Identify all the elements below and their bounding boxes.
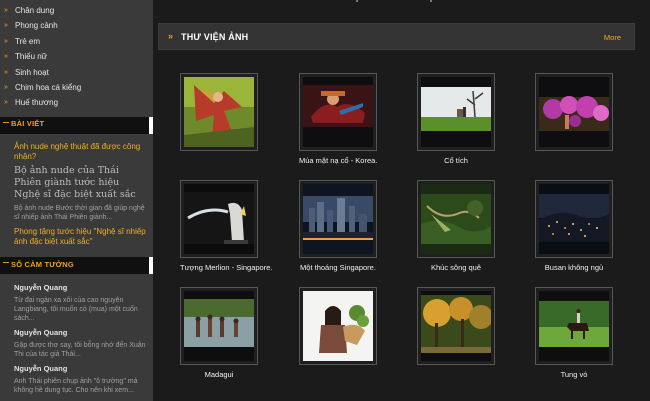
category-item[interactable]: » Sinh hoạt — [0, 65, 153, 80]
category-label: Chân dung — [15, 6, 55, 15]
category-label: Sinh hoạt — [15, 67, 49, 77]
chevron-right-icon: » — [4, 37, 8, 45]
category-label: Thiếu nữ — [15, 52, 48, 62]
category-item[interactable]: » Trẻ em — [0, 34, 153, 49]
gallery-title: THƯ VIỆN ẢNH — [181, 32, 249, 42]
sidebar: » Chân dung » Phong cảnh » Trẻ em » Thiếu nữ… — [0, 0, 153, 401]
thumbnail-frame[interactable] — [417, 287, 495, 365]
comments-section: Nguyễn Quang Từ đại ngàn xa xôi của cao … — [0, 274, 153, 395]
singapore-skyline-photo-icon — [303, 184, 373, 254]
horse-rider-photo-icon — [539, 291, 609, 361]
gallery-item[interactable] — [417, 287, 495, 370]
post-title[interactable]: Bộ ảnh nude của Thái Phiên giành tước hi… — [14, 165, 147, 201]
category-list: » Chân dung » Phong cảnh » Trẻ em » Thiếu nữ… — [0, 0, 153, 111]
category-label: Chim hoa cá kiểng — [15, 82, 82, 92]
thumbnail-frame[interactable] — [299, 287, 377, 365]
gallery-item[interactable]: Madagui — [180, 287, 258, 380]
posts-header: BÀI VIẾT — [0, 116, 153, 134]
busan-night-photo-icon — [539, 184, 609, 254]
gallery-item[interactable]: Múa mặt nạ cổ - Korea. — [299, 73, 377, 166]
mask-dance-photo-icon — [303, 77, 373, 147]
merlion-photo-icon — [184, 184, 254, 254]
thumbnail-frame[interactable] — [535, 73, 613, 151]
comment-author[interactable]: Nguyễn Quang — [14, 283, 147, 293]
gallery-item[interactable]: Cổ tích — [417, 73, 495, 166]
gallery-caption[interactable]: Cổ tích — [417, 156, 495, 166]
chevron-right-icon: » — [4, 99, 8, 107]
category-item[interactable]: » Chim hoa cá kiểng — [0, 80, 153, 95]
comment-text: Anh Thái phiên chụp ảnh "ô trường" mà kh… — [14, 377, 138, 394]
comment-item: Nguyễn Quang Anh Thái phiên chụp ảnh "ô … — [14, 364, 147, 395]
gallery-item[interactable]: Tượng Merlion - Singapore. — [180, 180, 272, 273]
separator-dot — [356, 0, 358, 2]
chevron-right-icon: » — [4, 68, 8, 76]
gallery-item[interactable] — [180, 73, 258, 156]
thumbnail-frame[interactable] — [180, 73, 258, 151]
header-bar-icon — [3, 261, 9, 263]
comment-text: Gặp được thơ say, tôi bỗng nhớ đến Xuân … — [14, 341, 146, 358]
gallery-caption[interactable]: Tung vó — [535, 370, 613, 380]
flowers-photo-icon — [539, 77, 609, 147]
gallery-caption[interactable]: Madagui — [180, 370, 258, 380]
fairy-tale-photo-icon — [421, 77, 491, 147]
comment-text: Từ đại ngàn xa xôi của cao nguyên Langbi… — [14, 296, 138, 322]
comments-header: SỔ CẢM TƯỞNG — [0, 256, 153, 274]
thumbnail-frame[interactable] — [535, 180, 613, 258]
post-link-secondary[interactable]: Phong tặng tước hiệu "Nghệ sĩ nhiếp ảnh … — [14, 227, 147, 247]
dancer-photo-icon — [184, 77, 254, 147]
gallery-caption[interactable]: Múa mặt nạ cổ - Korea. — [299, 156, 377, 166]
thumbnail-frame[interactable] — [299, 73, 377, 151]
category-item[interactable]: » Thiếu nữ — [0, 49, 153, 64]
gallery-item[interactable]: Tung vó — [535, 287, 613, 380]
gallery-item[interactable] — [535, 73, 613, 156]
gallery-item[interactable]: Busan không ngủ — [535, 180, 613, 273]
main-content: » THƯ VIỆN ẢNH More Múa mặt nạ cổ - Kore… — [153, 0, 650, 401]
comment-author[interactable]: Nguyễn Quang — [14, 328, 147, 338]
chevron-right-icon: » — [4, 22, 8, 30]
comments-header-label: SỔ CẢM TƯỞNG — [11, 259, 74, 269]
category-item[interactable]: » Huế thương — [0, 95, 153, 110]
thumbnail-frame[interactable] — [180, 180, 258, 258]
chevron-right-icon: » — [4, 83, 8, 91]
separator-dot — [430, 0, 432, 2]
post-link[interactable]: Ảnh nude nghệ thuật đã được công nhận? — [14, 142, 147, 162]
gallery-caption[interactable]: Khúc sông quê — [417, 263, 495, 273]
thumbnail-frame[interactable] — [417, 73, 495, 151]
thumbnail-frame[interactable] — [535, 287, 613, 365]
thumbnail-frame[interactable] — [180, 287, 258, 365]
top-strip — [153, 0, 650, 5]
gallery-item[interactable]: Một thoáng Singapore. — [299, 180, 377, 273]
madagui-photo-icon — [184, 291, 254, 361]
girl-flowers-photo-icon — [303, 291, 373, 361]
posts-section: Ảnh nude nghệ thuật đã được công nhận? B… — [0, 134, 153, 247]
more-link[interactable]: More — [604, 33, 621, 42]
comment-item: Nguyễn Quang Gặp được thơ say, tôi bỗng … — [14, 328, 147, 359]
comment-item: Nguyễn Quang Từ đại ngàn xa xôi của cao … — [14, 283, 147, 323]
category-item[interactable]: » Phong cảnh — [0, 18, 153, 33]
comment-author[interactable]: Nguyễn Quang — [14, 364, 147, 374]
gallery-caption[interactable]: Tượng Merlion - Singapore. — [180, 263, 272, 273]
gallery-header: » THƯ VIỆN ẢNH More — [158, 23, 635, 50]
double-chevron-icon: » — [168, 31, 174, 41]
category-label: Phong cảnh — [15, 21, 58, 31]
gallery-item[interactable] — [299, 287, 377, 370]
chevron-right-icon: » — [4, 7, 8, 14]
chevron-right-icon: » — [4, 53, 8, 61]
category-item[interactable]: » Chân dung — [0, 3, 153, 18]
thumbnail-frame[interactable] — [299, 180, 377, 258]
gallery-caption[interactable]: Busan không ngủ — [535, 263, 613, 273]
category-label: Trẻ em — [15, 36, 41, 46]
header-bar-icon — [3, 121, 9, 123]
posts-header-label: BÀI VIẾT — [11, 118, 45, 128]
river-photo-icon — [421, 184, 491, 254]
category-label: Huế thương — [15, 98, 59, 108]
thumbnail-frame[interactable] — [417, 180, 495, 258]
gallery-caption[interactable]: Một thoáng Singapore. — [299, 263, 377, 273]
autumn-trees-photo-icon — [421, 291, 491, 361]
post-description: Bộ ảnh nude Bước thời gian đã giúp nghệ … — [14, 204, 145, 221]
gallery-item[interactable]: Khúc sông quê — [417, 180, 495, 273]
